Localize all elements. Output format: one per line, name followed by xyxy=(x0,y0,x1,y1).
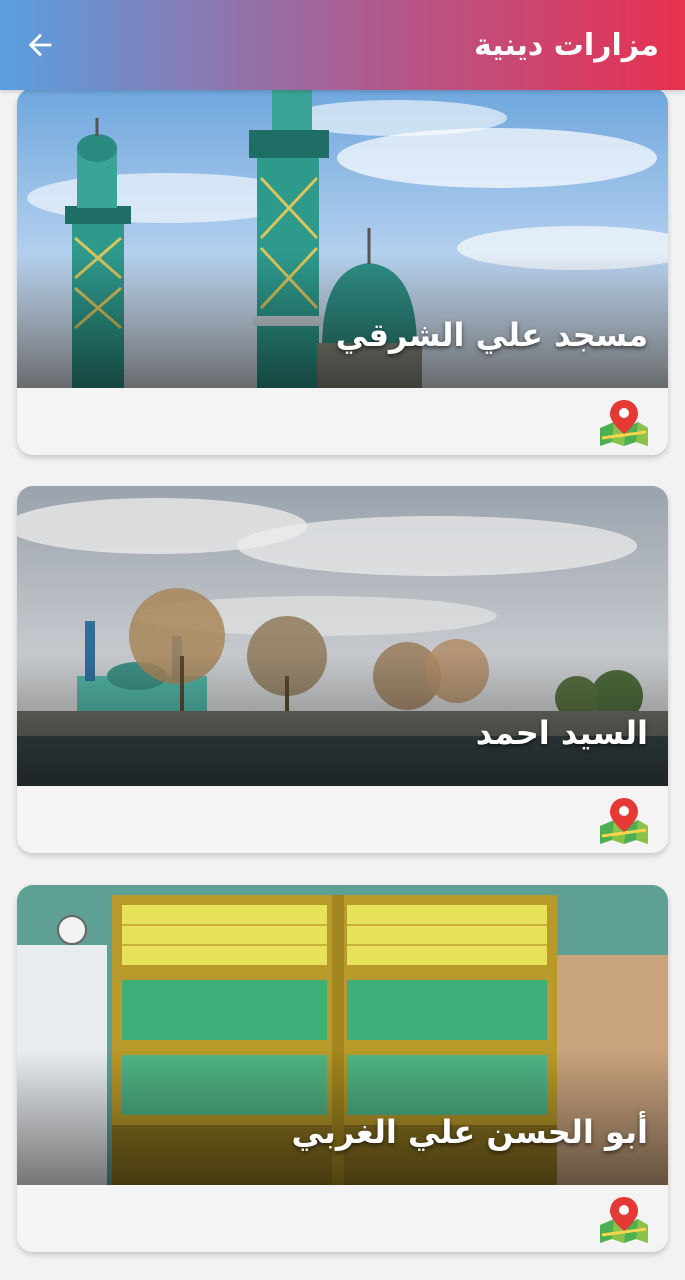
shrine-card[interactable]: مسجد علي الشرقي xyxy=(17,90,668,455)
map-pin-icon[interactable] xyxy=(598,1195,650,1245)
map-pin-icon[interactable] xyxy=(598,796,650,846)
card-title: مسجد علي الشرقي xyxy=(335,316,648,354)
arrow-left-icon xyxy=(28,33,52,57)
back-button[interactable] xyxy=(10,15,70,75)
map-pin-icon[interactable] xyxy=(598,398,650,448)
card-footer xyxy=(17,388,668,455)
card-title: أبو الحسن علي الغربي xyxy=(291,1113,648,1151)
page-title: مزارات دينية xyxy=(473,27,659,63)
shrine-card[interactable]: السيد احمد xyxy=(17,486,668,853)
mosque-minarets-image: مسجد علي الشرقي xyxy=(17,90,668,388)
app-bar: مزارات دينية xyxy=(0,0,685,90)
shrine-card[interactable]: أبو الحسن علي الغربي xyxy=(17,885,668,1252)
riverside-shrine-image: السيد احمد xyxy=(17,486,668,786)
card-title: السيد احمد xyxy=(475,714,648,752)
shrine-list: مسجد علي الشرقي السيد احمد أبو الحسن علي… xyxy=(0,90,685,1280)
card-footer xyxy=(17,786,668,853)
card-footer xyxy=(17,1185,668,1252)
shrine-interior-image: أبو الحسن علي الغربي xyxy=(17,885,668,1185)
